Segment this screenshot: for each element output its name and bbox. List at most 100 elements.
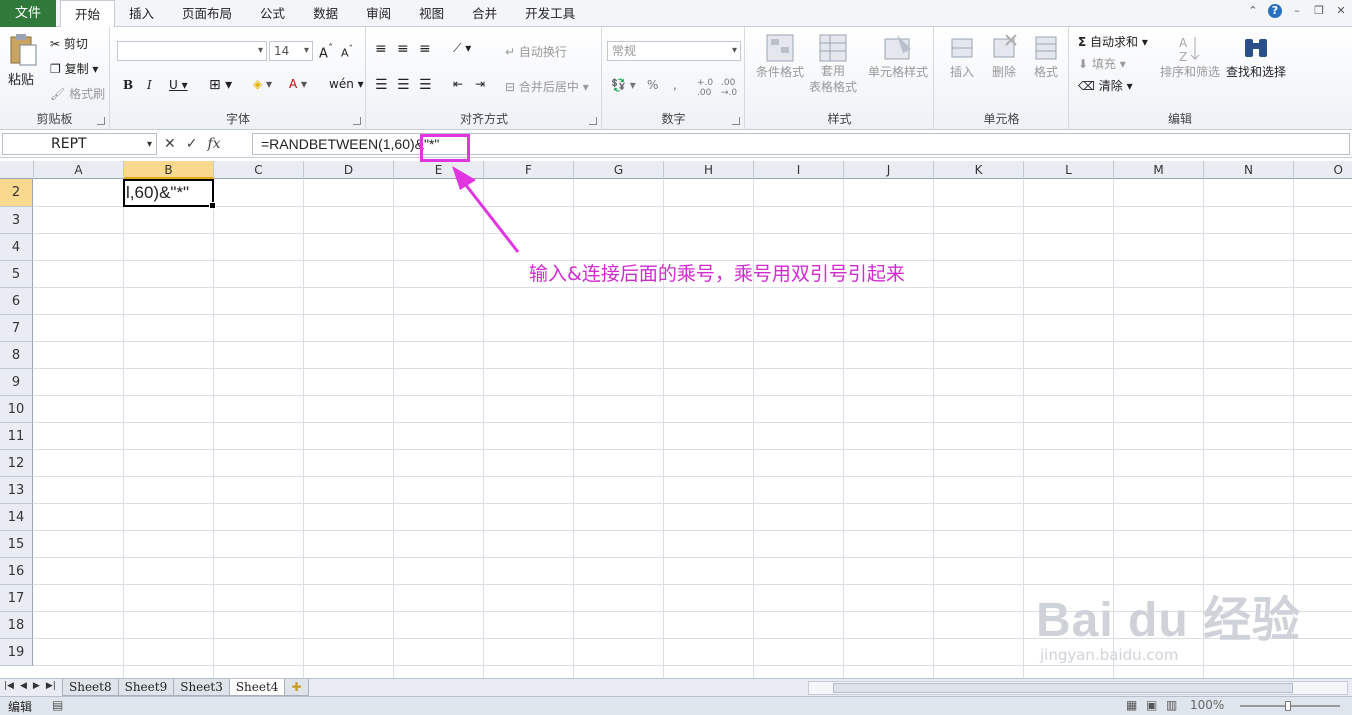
scroll-thumb[interactable]: [833, 683, 1293, 693]
currency-button[interactable]: 💱 ▾: [611, 78, 636, 92]
row-header-11[interactable]: 11: [0, 423, 33, 450]
row-header-16[interactable]: 16: [0, 558, 33, 585]
row-header-2[interactable]: 2: [0, 179, 33, 207]
cell-styles-button[interactable]: 单元格样式: [864, 33, 932, 80]
page-break-view-icon[interactable]: ▥: [1166, 698, 1177, 712]
active-cell-b2[interactable]: l,60)&"*": [123, 179, 216, 209]
row-header-5[interactable]: 5: [0, 261, 33, 288]
format-as-table-button[interactable]: 套用 表格格式: [808, 33, 858, 95]
grow-font-button[interactable]: Aˆ: [319, 42, 333, 61]
page-layout-view-icon[interactable]: ▣: [1146, 698, 1157, 712]
row-header-8[interactable]: 8: [0, 342, 33, 369]
autosum-button[interactable]: Σ 自动求和 ▾: [1078, 33, 1148, 50]
percent-button[interactable]: %: [647, 78, 658, 92]
underline-button[interactable]: U ▾: [169, 78, 188, 92]
font-size-select[interactable]: 14: [269, 41, 313, 61]
format-cells-button[interactable]: 格式: [1027, 33, 1065, 80]
align-bottom-button[interactable]: ≡: [419, 41, 431, 57]
align-center-button[interactable]: ☰: [397, 77, 410, 93]
sort-filter-button[interactable]: AZ 排序和筛选: [1158, 33, 1222, 80]
row-header-12[interactable]: 12: [0, 450, 33, 477]
wrap-text-button[interactable]: ↵ 自动换行: [505, 43, 567, 60]
minimize-icon[interactable]: –: [1290, 4, 1304, 18]
tab-home[interactable]: 开始: [60, 0, 116, 28]
tab-data[interactable]: 数据: [299, 0, 352, 27]
tab-page-layout[interactable]: 页面布局: [168, 0, 246, 27]
insert-cells-button[interactable]: 插入: [943, 33, 981, 80]
zoom-level[interactable]: 100%: [1190, 698, 1224, 712]
clear-button[interactable]: ⌫ 清除 ▾: [1078, 77, 1133, 94]
comma-button[interactable]: ,: [673, 78, 677, 92]
restore-icon[interactable]: ❐: [1312, 4, 1326, 18]
first-sheet-icon[interactable]: |◀: [4, 681, 14, 691]
column-header-l[interactable]: L: [1024, 161, 1114, 179]
zoom-knob[interactable]: [1285, 701, 1291, 711]
row-header-18[interactable]: 18: [0, 612, 33, 639]
tab-view[interactable]: 视图: [405, 0, 458, 27]
number-format-select[interactable]: 常规: [607, 41, 741, 61]
sheet-tab-sheet4[interactable]: Sheet4: [228, 679, 286, 696]
name-box[interactable]: REPT: [2, 133, 157, 155]
column-header-n[interactable]: N: [1204, 161, 1294, 179]
formula-input[interactable]: =RANDBETWEEN(1,60)&"*": [252, 133, 1350, 155]
sheet-tab-sheet8[interactable]: Sheet8: [62, 679, 119, 696]
sheet-tab-sheet9[interactable]: Sheet9: [117, 679, 175, 696]
tab-review[interactable]: 审阅: [352, 0, 405, 27]
row-header-17[interactable]: 17: [0, 585, 33, 612]
bold-button[interactable]: B: [123, 78, 133, 92]
decrease-indent-button[interactable]: ⇤: [453, 77, 463, 91]
last-sheet-icon[interactable]: ▶|: [46, 681, 56, 691]
align-top-button[interactable]: ≡: [375, 41, 387, 57]
file-tab[interactable]: 文件: [0, 0, 56, 27]
italic-button[interactable]: I: [147, 78, 152, 92]
row-header-10[interactable]: 10: [0, 396, 33, 423]
font-launcher-icon[interactable]: [353, 117, 361, 125]
fill-button[interactable]: ⬇ 填充 ▾: [1078, 55, 1126, 72]
alignment-launcher-icon[interactable]: [589, 117, 597, 125]
cancel-icon[interactable]: ✕: [164, 136, 176, 152]
zoom-slider[interactable]: [1240, 701, 1340, 711]
row-header-7[interactable]: 7: [0, 315, 33, 342]
row-header-13[interactable]: 13: [0, 477, 33, 504]
new-sheet-icon[interactable]: ✚: [284, 679, 309, 696]
help-icon[interactable]: ?: [1268, 4, 1282, 18]
decrease-decimal-button[interactable]: .00 →.0: [721, 78, 737, 98]
increase-decimal-button[interactable]: +.0.00: [697, 78, 713, 98]
align-middle-button[interactable]: ≡: [397, 41, 409, 57]
select-all-corner[interactable]: [0, 161, 34, 179]
column-header-m[interactable]: M: [1114, 161, 1204, 179]
row-header-15[interactable]: 15: [0, 531, 33, 558]
column-header-c[interactable]: C: [214, 161, 304, 179]
tab-developer[interactable]: 开发工具: [511, 0, 589, 27]
shrink-font-button[interactable]: Aˇ: [341, 44, 353, 60]
number-launcher-icon[interactable]: [732, 117, 740, 125]
column-header-h[interactable]: H: [664, 161, 754, 179]
phonetic-button[interactable]: wén ▾: [329, 77, 364, 91]
delete-cells-button[interactable]: 删除: [985, 33, 1023, 80]
fill-color-button[interactable]: ◈ ▾: [253, 77, 272, 91]
prev-sheet-icon[interactable]: ◀: [20, 681, 27, 691]
normal-view-icon[interactable]: ▦: [1126, 698, 1137, 712]
orientation-button[interactable]: ⟋ ▾: [453, 41, 471, 56]
enter-icon[interactable]: ✓: [186, 136, 198, 152]
column-header-j[interactable]: J: [844, 161, 934, 179]
merge-center-button[interactable]: ⊟ 合并后居中 ▾: [505, 78, 589, 95]
increase-indent-button[interactable]: ⇥: [475, 77, 485, 91]
row-header-4[interactable]: 4: [0, 234, 33, 261]
clipboard-launcher-icon[interactable]: [97, 117, 105, 125]
row-header-6[interactable]: 6: [0, 288, 33, 315]
column-header-g[interactable]: G: [574, 161, 664, 179]
tab-merge[interactable]: 合并: [458, 0, 511, 27]
align-left-button[interactable]: ☰: [375, 77, 388, 93]
next-sheet-icon[interactable]: ▶: [33, 681, 40, 691]
column-header-b[interactable]: B: [124, 161, 214, 179]
column-header-a[interactable]: A: [34, 161, 124, 179]
minimize-ribbon-icon[interactable]: ⌃: [1246, 4, 1260, 18]
row-header-3[interactable]: 3: [0, 207, 33, 234]
tab-insert[interactable]: 插入: [115, 0, 168, 27]
font-name-select[interactable]: [117, 41, 267, 61]
insert-function-icon[interactable]: fx: [207, 136, 220, 152]
font-color-button[interactable]: A ▾: [289, 77, 307, 91]
sheet-tab-sheet3[interactable]: Sheet3: [173, 679, 230, 696]
paste-button[interactable]: 粘贴: [8, 33, 38, 88]
